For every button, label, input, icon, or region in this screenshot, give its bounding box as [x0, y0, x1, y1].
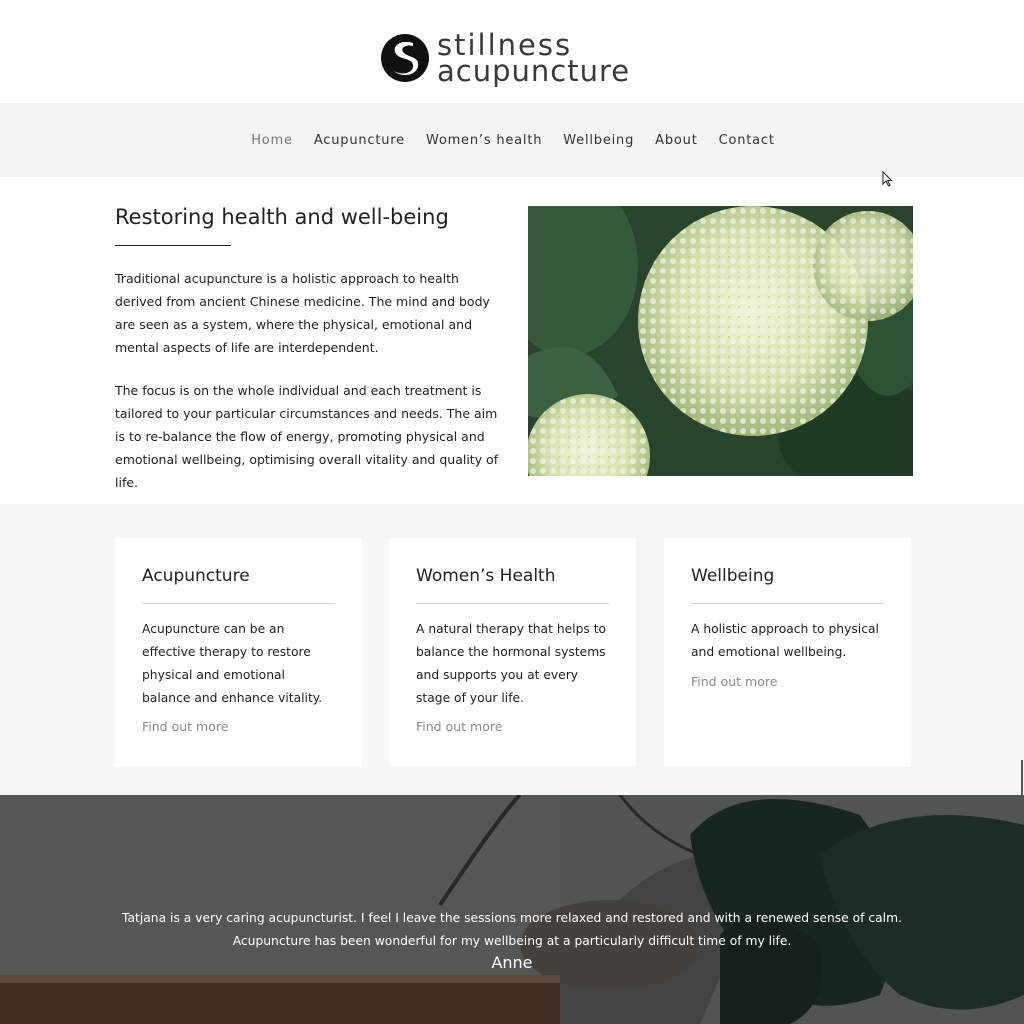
testimonial-section: Tatjana is a very caring acupuncturist. … — [0, 795, 1024, 1024]
brand-line-2: acupuncture — [437, 54, 631, 88]
service-card-womens-health: Women’s Health A natural therapy that he… — [389, 538, 636, 767]
nav-item-womens-health[interactable]: Women’s health — [426, 133, 542, 148]
card-divider — [142, 603, 335, 604]
intro-paragraph-1: Traditional acupuncture is a holistic ap… — [115, 271, 490, 355]
card-text: A natural therapy that helps to balance … — [416, 622, 607, 705]
find-out-more-link[interactable]: Find out more — [142, 719, 228, 734]
find-out-more-link[interactable]: Find out more — [691, 674, 777, 689]
hydrangea-image — [528, 206, 913, 476]
nav-item-contact[interactable]: Contact — [719, 133, 775, 148]
card-title: Women’s Health — [416, 566, 556, 586]
card-title: Wellbeing — [691, 566, 775, 586]
logo-icon — [381, 34, 429, 82]
testimonial-quote: Tatjana is a very caring acupuncturist. … — [122, 911, 902, 948]
mouse-cursor-icon — [882, 171, 893, 187]
title-underline — [115, 245, 231, 246]
nav-item-about[interactable]: About — [655, 133, 697, 148]
card-divider — [691, 603, 884, 604]
site-logo[interactable]: stillness acupuncture — [380, 31, 631, 88]
service-card-wellbeing: Wellbeing A holistic approach to physica… — [664, 538, 911, 767]
site-header: stillness acupuncture — [0, 0, 1024, 103]
intro-paragraph-2: The focus is on the whole individual and… — [115, 383, 499, 490]
service-card-acupuncture: Acupuncture Acupuncture can be an effect… — [115, 538, 362, 767]
testimonial-author: Anne — [491, 953, 533, 972]
card-text: Acupuncture can be an effective therapy … — [142, 622, 323, 705]
nav-item-wellbeing[interactable]: Wellbeing — [563, 133, 634, 148]
find-out-more-link[interactable]: Find out more — [416, 719, 502, 734]
card-title: Acupuncture — [142, 566, 250, 586]
intro-title: Restoring health and well-being — [115, 205, 449, 229]
card-divider — [416, 603, 609, 604]
nav-item-home[interactable]: Home — [251, 133, 293, 148]
main-nav: Home Acupuncture Women’s health Wellbein… — [0, 103, 1024, 177]
card-text: A holistic approach to physical and emot… — [691, 622, 879, 659]
nav-item-acupuncture[interactable]: Acupuncture — [314, 133, 405, 148]
